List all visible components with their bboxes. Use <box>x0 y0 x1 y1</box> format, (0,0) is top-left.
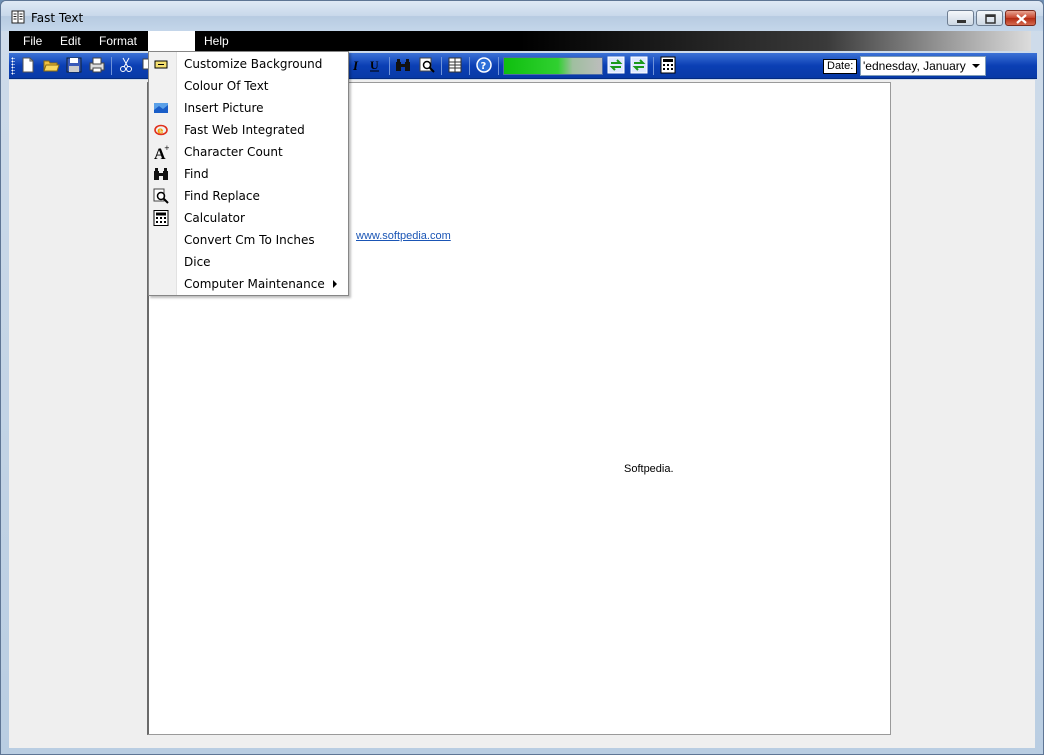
menu-file[interactable]: File <box>23 31 42 51</box>
chevron-down-icon[interactable] <box>967 57 985 75</box>
svg-text:I: I <box>352 58 359 73</box>
menu-item-convert-cm-to-inches[interactable]: Convert Cm To Inches <box>149 229 348 251</box>
print-icon[interactable] <box>88 56 106 74</box>
menu-tools[interactable] <box>148 31 195 51</box>
web-icon: e <box>153 122 169 138</box>
menu-item-label: Colour Of Text <box>184 79 269 93</box>
window-title: Fast Text <box>31 11 84 25</box>
menu-format[interactable]: Format <box>99 31 137 51</box>
character-count-icon: A+ <box>153 144 169 160</box>
toolbar-separator <box>441 57 442 75</box>
binoculars-icon[interactable] <box>394 56 412 74</box>
toolbar-separator <box>389 57 390 75</box>
app-window: Fast Text File Edit Format Help I U ? Da… <box>0 0 1044 755</box>
save-icon[interactable] <box>65 56 83 74</box>
menu-item-label: Dice <box>184 255 211 269</box>
toolbar-separator <box>111 57 112 75</box>
menu-item-find-replace[interactable]: Find Replace <box>149 185 348 207</box>
menu-item-colour-of-text[interactable]: Colour Of Text <box>149 75 348 97</box>
tools-dropdown-menu: Customize Background Colour Of Text Inse… <box>148 51 349 296</box>
date-picker[interactable]: 'ednesday, January <box>860 56 986 76</box>
menu-item-fast-web-integrated[interactable]: e Fast Web Integrated <box>149 119 348 141</box>
menu-item-label: Find Replace <box>184 189 260 203</box>
open-folder-icon[interactable] <box>42 56 60 74</box>
menu-edit[interactable]: Edit <box>60 31 81 51</box>
menu-item-label: Insert Picture <box>184 101 264 115</box>
svg-text:U: U <box>370 58 379 72</box>
progress-bar <box>503 57 603 75</box>
app-book-icon <box>11 10 25 24</box>
menu-item-calculator[interactable]: Calculator <box>149 207 348 229</box>
menu-item-label: Customize Background <box>184 57 323 71</box>
toolbar-separator <box>469 57 470 75</box>
menu-item-label: Character Count <box>184 145 283 159</box>
document-text: Softpedia. <box>624 463 674 475</box>
swap-alt-icon[interactable] <box>630 56 648 74</box>
toolbar-separator <box>498 57 499 75</box>
calculator-icon[interactable] <box>659 56 677 74</box>
menu-item-label: Calculator <box>184 211 245 225</box>
cut-icon[interactable] <box>117 56 135 74</box>
svg-text:?: ? <box>481 61 487 72</box>
menu-item-find[interactable]: Find <box>149 163 348 185</box>
svg-text:e: e <box>157 127 163 137</box>
maximize-button[interactable] <box>976 10 1003 26</box>
italic-icon[interactable]: I <box>347 56 365 74</box>
picture-icon <box>153 100 169 116</box>
menu-item-computer-maintenance[interactable]: Computer Maintenance <box>149 273 348 295</box>
submenu-arrow-icon <box>333 280 337 288</box>
menu-item-label: Computer Maintenance <box>184 277 325 291</box>
table-icon[interactable] <box>446 56 464 74</box>
menu-item-label: Fast Web Integrated <box>184 123 305 137</box>
find-replace-icon[interactable] <box>418 56 436 74</box>
find-replace-icon <box>153 188 169 204</box>
swap-icon[interactable] <box>607 56 625 74</box>
date-value: 'ednesday, January <box>863 59 966 73</box>
menu-item-insert-picture[interactable]: Insert Picture <box>149 97 348 119</box>
menu-item-character-count[interactable]: A+ Character Count <box>149 141 348 163</box>
menu-item-customize-background[interactable]: Customize Background <box>149 53 348 75</box>
menu-help[interactable]: Help <box>204 31 229 51</box>
background-icon <box>153 56 169 72</box>
close-button[interactable] <box>1005 10 1036 26</box>
underline-icon[interactable]: U <box>366 56 384 74</box>
help-icon[interactable]: ? <box>475 56 493 74</box>
date-label: Date: <box>823 59 858 74</box>
calculator-icon <box>153 210 169 226</box>
menu-item-label: Convert Cm To Inches <box>184 233 315 247</box>
binoculars-icon <box>153 166 169 182</box>
menu-item-dice[interactable]: Dice <box>149 251 348 273</box>
svg-text:+: + <box>164 144 169 152</box>
toolbar-grip[interactable] <box>11 57 15 75</box>
title-bar[interactable]: Fast Text <box>1 1 1043 31</box>
toolbar-separator <box>653 57 654 75</box>
minimize-button[interactable] <box>947 10 974 26</box>
menu-bar: File Edit Format Help <box>9 31 1031 51</box>
new-file-icon[interactable] <box>19 56 37 74</box>
document-link[interactable]: www.softpedia.com <box>356 230 451 242</box>
menu-item-label: Find <box>184 167 209 181</box>
